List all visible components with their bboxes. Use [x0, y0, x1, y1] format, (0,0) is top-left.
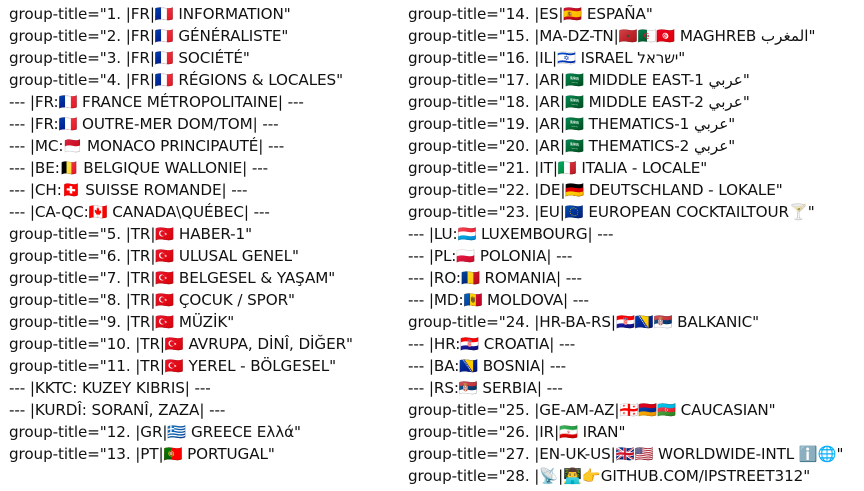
group-line: group-title="27. |EN-UK-US|🇬🇧🇺🇸 WORLDWID…: [408, 445, 844, 463]
group-line: --- |PL:🇵🇱 POLONIA| ---: [408, 247, 573, 265]
group-line: --- |FR:🇫🇷 OUTRE-MER DOM/TOM| ---: [9, 115, 279, 133]
group-line: group-title="7. |TR|🇹🇷 BELGESEL & YAŞAM": [9, 269, 336, 287]
group-line: group-title="5. |TR|🇹🇷 HABER-1": [9, 225, 253, 243]
group-line: --- |FR:🇫🇷 FRANCE MÉTROPOLITAINE| ---: [9, 93, 304, 111]
group-line: group-title="10. |TR|🇹🇷 AVRUPA, DİNÎ, Dİ…: [9, 335, 353, 353]
group-line: group-title="4. |FR|🇫🇷 RÉGIONS & LOCALES…: [9, 71, 343, 89]
group-line: --- |CA-QC:🇨🇦 CANADA\QUÉBEC| ---: [9, 203, 270, 221]
group-line: group-title="2. |FR|🇫🇷 GÉNÉRALISTE": [9, 27, 289, 45]
group-line: group-title="13. |PT|🇵🇹 PORTUGAL": [9, 445, 275, 463]
group-line: group-title="18. |AR|🇸🇦 MIDDLE EAST-2 عر…: [408, 93, 750, 111]
group-line: --- |HR:🇭🇷 CROATIA| ---: [408, 335, 576, 353]
group-line: group-title="20. |AR|🇸🇦 THEMATICS-2 عربي…: [408, 137, 736, 155]
group-line: --- |KURDÎ: SORANÎ, ZAZA| ---: [9, 401, 226, 419]
group-line: group-title="16. |IL|🇮🇱 ISRAEL ישראל": [408, 49, 686, 67]
group-line: group-title="23. |EU|🇪🇺 EUROPEAN COCKTAI…: [408, 203, 815, 221]
group-line: group-title="17. |AR|🇸🇦 MIDDLE EAST-1 عر…: [408, 71, 750, 89]
group-line: group-title="24. |HR-BA-RS|🇭🇷🇧🇦🇷🇸 BALKAN…: [408, 313, 759, 331]
group-line: --- |MC:🇲🇨 MONACO PRINCIPAUTÉ| ---: [9, 137, 285, 155]
group-line: group-title="25. |GE-AM-AZ|🇬🇪🇦🇲🇦🇿 CAUCAS…: [408, 401, 776, 419]
group-line: --- |LU:🇱🇺 LUXEMBOURG| ---: [408, 225, 614, 243]
group-line: group-title="9. |TR|🇹🇷 MÜZİK": [9, 313, 235, 331]
group-line: group-title="15. |MA-DZ-TN|🇲🇦🇩🇿🇹🇳 MAGHRE…: [408, 27, 816, 45]
group-line: group-title="1. |FR|🇫🇷 INFORMATION": [9, 5, 291, 23]
group-line: group-title="3. |FR|🇫🇷 SOCIÉTÉ": [9, 49, 250, 67]
group-line: --- |KKTC: KUZEY KIBRIS| ---: [9, 379, 211, 397]
group-line: group-title="21. |IT|🇮🇹 ITALIA - LOCALE": [408, 159, 708, 177]
group-line: --- |RO:🇷🇴 ROMANIA| ---: [408, 269, 582, 287]
group-line: --- |MD:🇲🇩 MOLDOVA| ---: [408, 291, 589, 309]
group-line: --- |BA:🇧🇦 BOSNIA| ---: [408, 357, 567, 375]
group-line: --- |BE:🇧🇪 BELGIQUE WALLONIE| ---: [9, 159, 269, 177]
group-line: group-title="11. |TR|🇹🇷 YEREL - BÖLGESEL…: [9, 357, 337, 375]
group-line: group-title="22. |DE|🇩🇪 DEUTSCHLAND - LO…: [408, 181, 783, 199]
right-column: group-title="14. |ES|🇪🇸 ESPAÑA" group-ti…: [408, 3, 860, 487]
group-line: group-title="14. |ES|🇪🇸 ESPAÑA": [408, 5, 653, 23]
group-line: --- |RS:🇷🇸 SERBIA| ---: [408, 379, 563, 397]
group-line: group-title="28. |📡|👨‍💻👉GITHUB.COM/IPSTR…: [408, 467, 811, 485]
group-line: --- |CH:🇨🇭 SUISSE ROMANDE| ---: [9, 181, 248, 199]
group-line: group-title="8. |TR|🇹🇷 ÇOCUK / SPOR": [9, 291, 295, 309]
left-column: group-title="1. |FR|🇫🇷 INFORMATION" grou…: [9, 3, 401, 465]
group-line: group-title="26. |IR|🇮🇷 IRAN": [408, 423, 626, 441]
group-line: group-title="6. |TR|🇹🇷 ULUSAL GENEL": [9, 247, 299, 265]
group-line: group-title="19. |AR|🇸🇦 THEMATICS-1 عربي…: [408, 115, 736, 133]
group-line: group-title="12. |GR|🇬🇷 GREECE Ελλά": [9, 423, 301, 441]
